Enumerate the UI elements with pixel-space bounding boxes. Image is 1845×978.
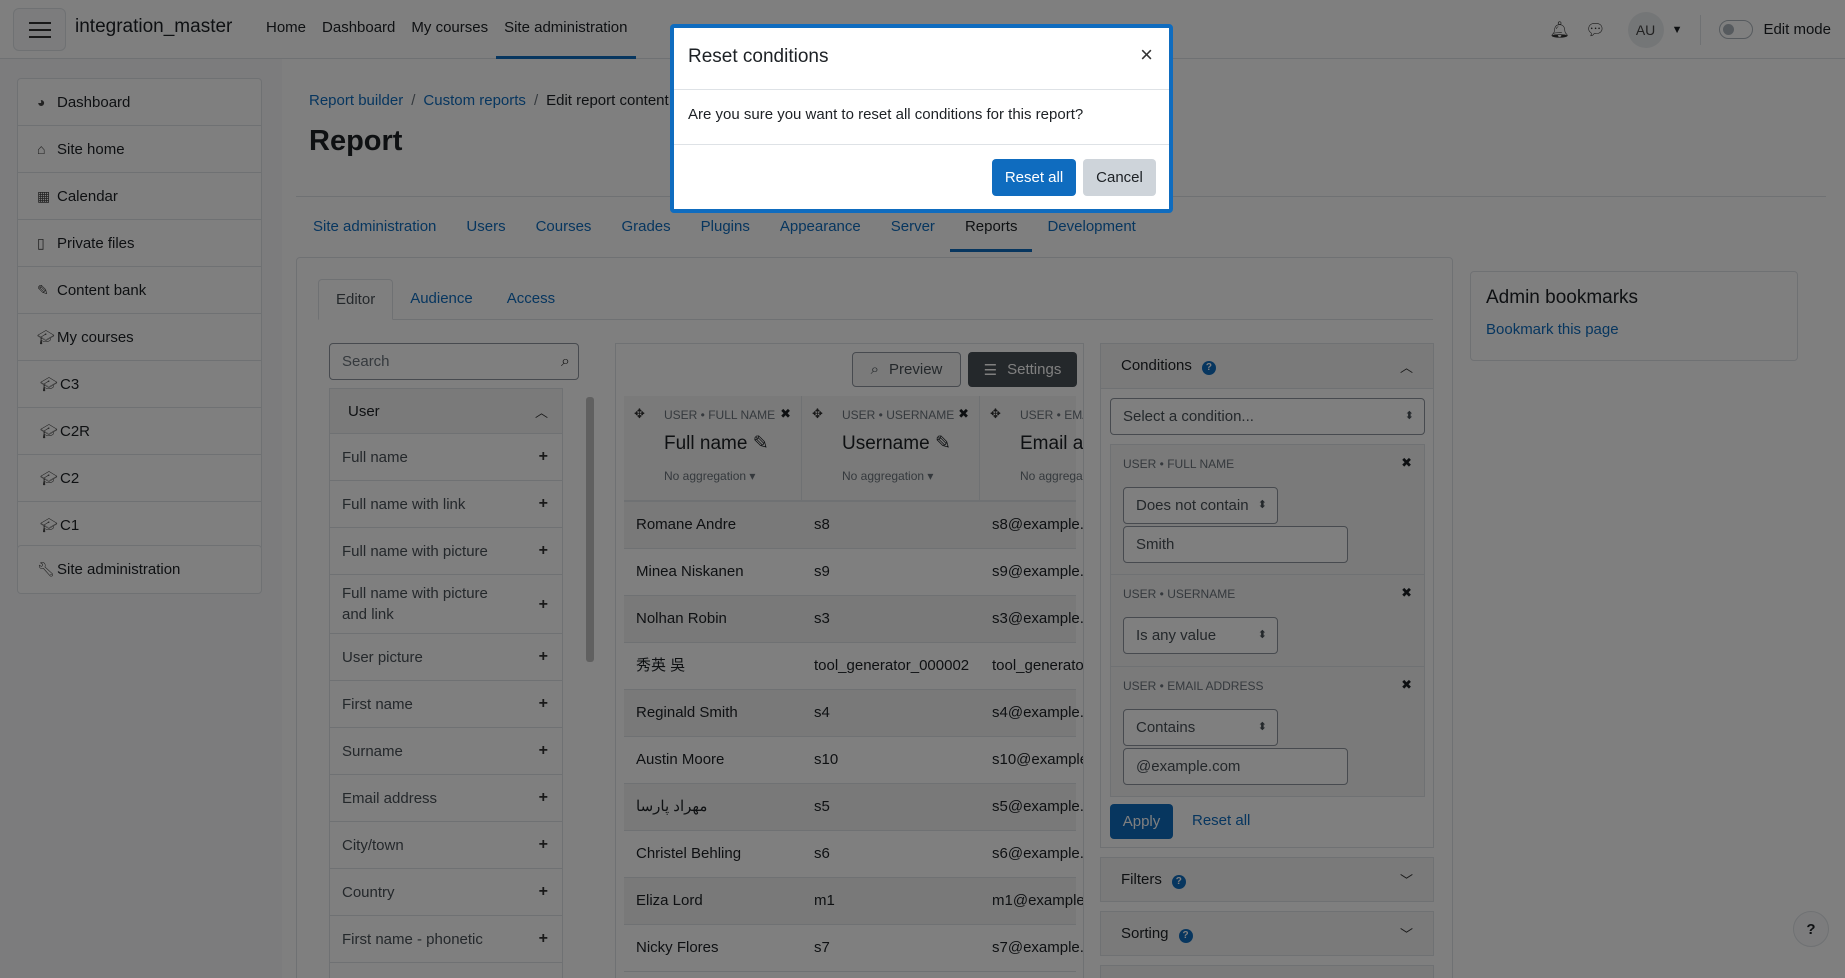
- confirm-reset-all-button[interactable]: Reset all: [992, 159, 1076, 196]
- modal-footer: Reset all Cancel: [674, 145, 1169, 209]
- modal-title: Reset conditions: [688, 46, 829, 67]
- modal-header: Reset conditions ×: [674, 28, 1169, 90]
- reset-conditions-dialog: Reset conditions × Are you sure you want…: [670, 24, 1173, 213]
- close-icon[interactable]: ×: [1140, 42, 1153, 68]
- cancel-button[interactable]: Cancel: [1083, 159, 1156, 196]
- modal-body: Are you sure you want to reset all condi…: [674, 90, 1169, 145]
